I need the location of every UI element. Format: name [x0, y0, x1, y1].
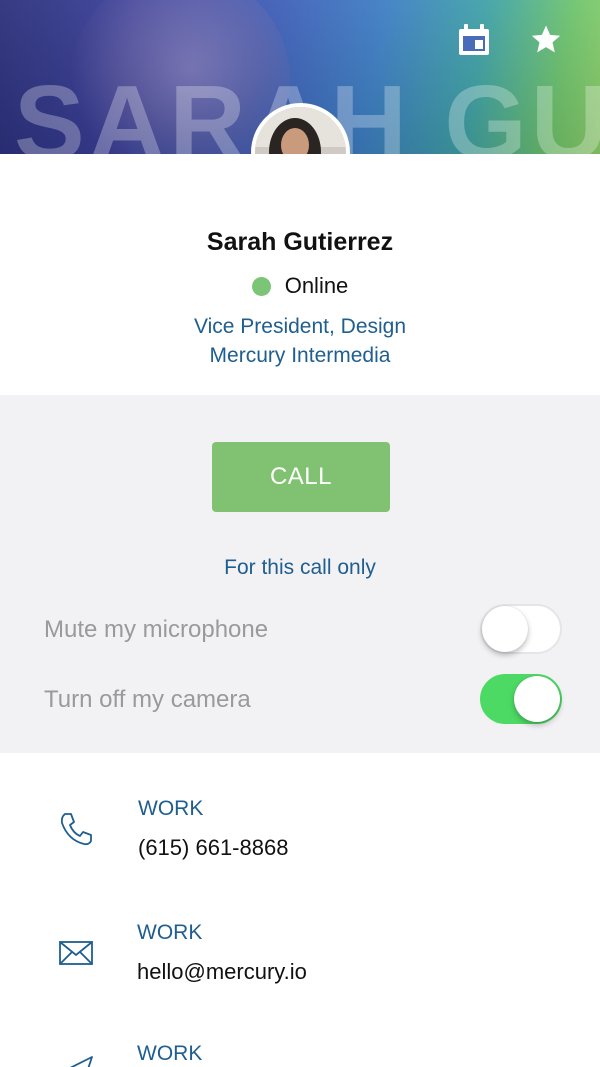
contact-name: Sarah Gutierrez — [206, 228, 394, 256]
calendar-icon[interactable] — [456, 22, 492, 58]
call-button[interactable]: CALL — [212, 442, 390, 512]
contact-details-list: WORK (615) 661-8868 WORK hello@mercury.i… — [0, 753, 600, 1067]
call-options-heading: For this call only — [224, 556, 376, 579]
turn-off-camera-label: Turn off my camera — [44, 686, 251, 713]
email-address[interactable]: hello@mercury.io — [137, 959, 307, 985]
toggle-knob — [482, 606, 528, 652]
mute-microphone-label: Mute my microphone — [44, 616, 269, 643]
email-type-label: WORK — [137, 921, 203, 944]
address-type-label: WORK — [137, 1042, 203, 1065]
star-icon[interactable] — [528, 22, 564, 58]
toggle-knob — [514, 676, 560, 722]
phone-number[interactable]: (615) 661-8868 — [138, 835, 288, 861]
send-icon[interactable] — [54, 1049, 98, 1067]
phone-type-label: WORK — [138, 797, 204, 820]
status-text: Online — [284, 273, 349, 298]
company-name: Mercury Intermedia — [209, 344, 391, 367]
mute-microphone-toggle[interactable] — [480, 604, 562, 654]
job-title: Vice President, Design — [193, 315, 407, 338]
call-options-panel: CALL For this call only Mute my micropho… — [0, 395, 600, 753]
online-status-dot — [251, 276, 271, 296]
presence-status: Online — [0, 273, 600, 299]
phone-icon[interactable] — [54, 807, 98, 851]
mail-icon[interactable] — [54, 931, 98, 975]
profile-section: Sarah Gutierrez Online Vice President, D… — [0, 154, 600, 395]
turn-off-camera-toggle[interactable] — [480, 674, 562, 724]
